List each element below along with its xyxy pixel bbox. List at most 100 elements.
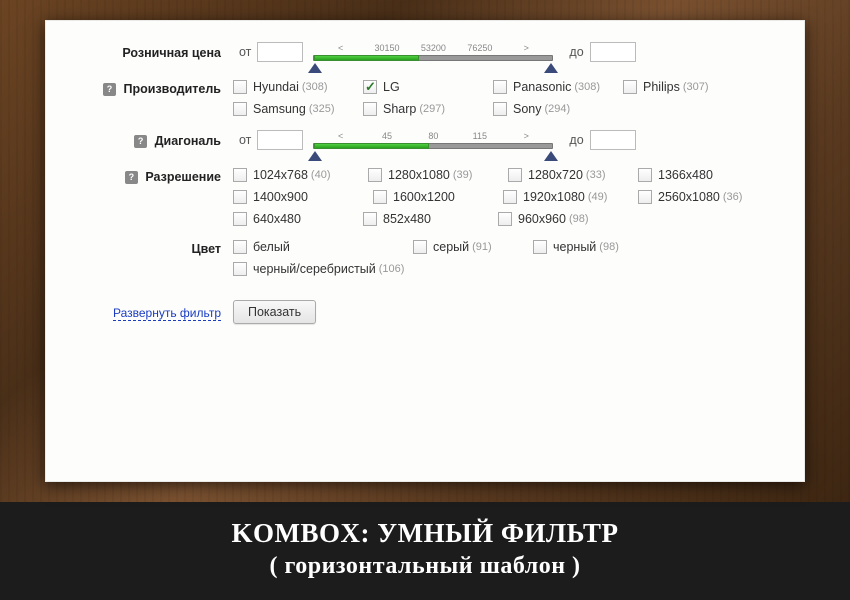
option-count: (36) <box>723 191 743 203</box>
price-to-input[interactable] <box>590 42 636 62</box>
diagonal-track[interactable] <box>313 143 553 149</box>
option-count: (325) <box>309 103 335 115</box>
submit-button[interactable]: Показать <box>233 300 316 324</box>
option-count: (49) <box>588 191 608 203</box>
checkbox[interactable] <box>233 102 247 116</box>
checkbox[interactable] <box>493 102 507 116</box>
option-белый[interactable]: белый <box>233 240 413 254</box>
wood-frame: Розничная цена от < 30150 53200 76250 > … <box>0 0 850 502</box>
option-label: белый <box>253 240 290 254</box>
price-ticks: < 30150 53200 76250 > <box>313 43 553 53</box>
option-черный[interactable]: черный(98) <box>533 240 663 254</box>
option-label: 1024x768 <box>253 168 308 182</box>
option-label: 640x480 <box>253 212 301 226</box>
checkbox[interactable] <box>493 80 507 94</box>
checkbox[interactable] <box>363 212 377 226</box>
help-icon[interactable]: ? <box>134 135 147 148</box>
checkbox[interactable] <box>233 80 247 94</box>
checkbox[interactable] <box>363 102 377 116</box>
checkbox[interactable] <box>638 190 652 204</box>
diagonal-ticks: < 45 80 115 > <box>313 131 553 141</box>
diagonal-row: ? Диагональ от < 45 80 115 > до <box>63 130 787 150</box>
option-черный-серебристый[interactable]: черный/серебристый(106) <box>233 262 453 276</box>
checkbox[interactable] <box>363 80 377 94</box>
manufacturer-label: ? Производитель <box>63 80 233 96</box>
option-sony[interactable]: Sony(294) <box>493 102 623 116</box>
option-label: 852x480 <box>383 212 431 226</box>
expand-filter-link[interactable]: Развернуть фильтр <box>113 306 221 321</box>
option-серый[interactable]: серый(91) <box>413 240 533 254</box>
option-philips[interactable]: Philips(307) <box>623 80 753 94</box>
help-icon[interactable]: ? <box>103 83 116 96</box>
checkbox[interactable] <box>533 240 547 254</box>
checkbox[interactable] <box>373 190 387 204</box>
option-count: (40) <box>311 169 331 181</box>
option-sharp[interactable]: Sharp(297) <box>363 102 493 116</box>
manufacturer-row: ? Производитель Hyundai(308)LGPanasonic(… <box>63 80 787 116</box>
checkbox[interactable] <box>638 168 652 182</box>
help-icon[interactable]: ? <box>125 171 138 184</box>
checkbox[interactable] <box>233 168 247 182</box>
option-label: Philips <box>643 80 680 94</box>
checkbox[interactable] <box>368 168 382 182</box>
option-1600x1200[interactable]: 1600x1200 <box>373 190 503 204</box>
option-label: Panasonic <box>513 80 571 94</box>
checkbox[interactable] <box>233 240 247 254</box>
option-count: (308) <box>574 81 600 93</box>
option-samsung[interactable]: Samsung(325) <box>233 102 363 116</box>
resolution-label: ? Разрешение <box>63 168 233 184</box>
option-panasonic[interactable]: Panasonic(308) <box>493 80 623 94</box>
price-fill <box>314 55 419 61</box>
option-label: 1400x900 <box>253 190 308 204</box>
option-label: черный/серебристый <box>253 262 376 276</box>
option-1920x1080[interactable]: 1920x1080(49) <box>503 190 638 204</box>
diagonal-fill <box>314 143 428 149</box>
price-handle-right[interactable] <box>544 63 558 73</box>
option-1400x900[interactable]: 1400x900 <box>233 190 373 204</box>
option-label: Hyundai <box>253 80 299 94</box>
option-label: черный <box>553 240 596 254</box>
from-label: от <box>239 45 251 59</box>
option-count: (39) <box>453 169 473 181</box>
price-track[interactable] <box>313 55 553 61</box>
diagonal-slider[interactable]: < 45 80 115 > <box>313 131 553 149</box>
option-label: 960x960 <box>518 212 566 226</box>
option-hyundai[interactable]: Hyundai(308) <box>233 80 363 94</box>
option-960x960[interactable]: 960x960(98) <box>498 212 638 226</box>
price-handle-left[interactable] <box>308 63 322 73</box>
footer-line2: ( горизонтальный шаблон ) <box>0 553 850 580</box>
option-label: 1600x1200 <box>393 190 455 204</box>
option-label: 1280x720 <box>528 168 583 182</box>
diagonal-to-input[interactable] <box>590 130 636 150</box>
option-label: Samsung <box>253 102 306 116</box>
diagonal-from-input[interactable] <box>257 130 303 150</box>
option-label: серый <box>433 240 469 254</box>
option-1366x480[interactable]: 1366x480 <box>638 168 773 182</box>
checkbox[interactable] <box>233 262 247 276</box>
option-lg[interactable]: LG <box>363 80 493 94</box>
diagonal-handle-right[interactable] <box>544 151 558 161</box>
price-from-input[interactable] <box>257 42 303 62</box>
option-1280x720[interactable]: 1280x720(33) <box>508 168 638 182</box>
to-label: до <box>569 133 583 147</box>
option-label: 2560x1080 <box>658 190 720 204</box>
option-852x480[interactable]: 852x480 <box>363 212 498 226</box>
checkbox[interactable] <box>233 212 247 226</box>
checkbox[interactable] <box>623 80 637 94</box>
color-label: Цвет <box>63 240 233 256</box>
diagonal-handle-left[interactable] <box>308 151 322 161</box>
option-count: (106) <box>379 263 405 275</box>
price-slider[interactable]: < 30150 53200 76250 > <box>313 43 553 61</box>
checkbox[interactable] <box>508 168 522 182</box>
option-1024x768[interactable]: 1024x768(40) <box>233 168 368 182</box>
manufacturer-options: Hyundai(308)LGPanasonic(308)Philips(307)… <box>233 80 787 116</box>
checkbox[interactable] <box>413 240 427 254</box>
option-2560x1080[interactable]: 2560x1080(36) <box>638 190 778 204</box>
option-1280x1080[interactable]: 1280x1080(39) <box>368 168 508 182</box>
option-640x480[interactable]: 640x480 <box>233 212 363 226</box>
option-label: Sony <box>513 102 542 116</box>
checkbox[interactable] <box>503 190 517 204</box>
checkbox[interactable] <box>498 212 512 226</box>
option-count: (307) <box>683 81 709 93</box>
checkbox[interactable] <box>233 190 247 204</box>
